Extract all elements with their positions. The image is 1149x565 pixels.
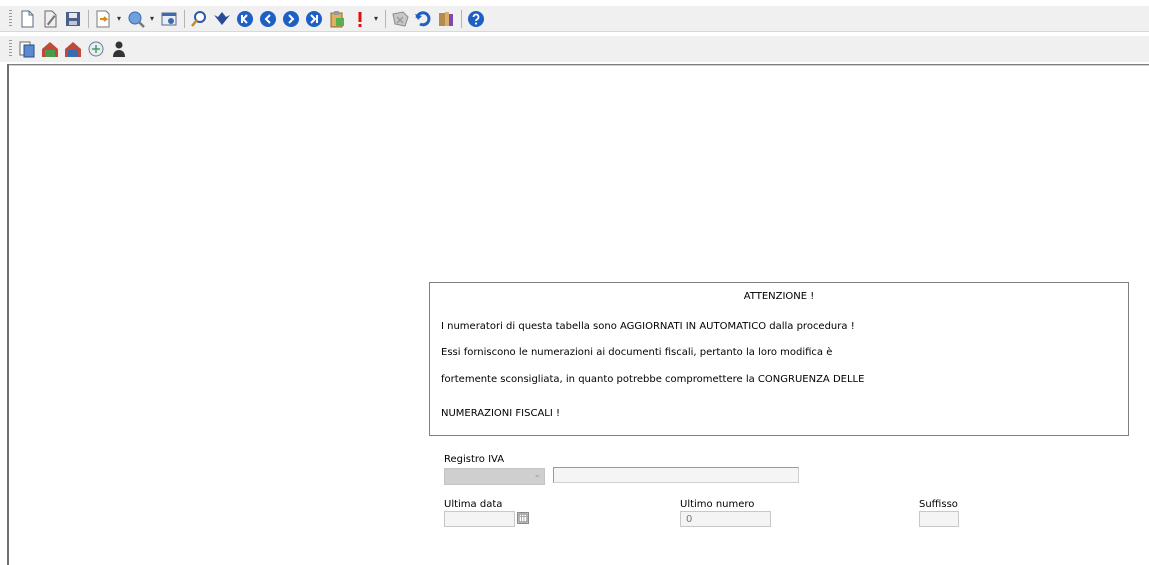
help-button[interactable] (465, 8, 487, 30)
building-alt-button[interactable] (62, 38, 84, 60)
content-frame-border (7, 64, 9, 565)
previous-record-icon (260, 10, 276, 27)
settings-window-icon (161, 12, 177, 25)
delete-icon (392, 10, 409, 27)
search-dropdown[interactable]: ▾ (148, 14, 156, 23)
undo-icon (415, 10, 431, 26)
alert-button[interactable] (349, 8, 371, 30)
toolbar-grip[interactable] (9, 9, 12, 28)
archive-button[interactable] (435, 8, 457, 30)
main-toolbar: ▾ ▾ ▾ (0, 6, 1149, 32)
first-record-icon (237, 10, 253, 27)
user-button[interactable] (108, 38, 130, 60)
new-document-icon (21, 10, 34, 27)
ultima-data-field[interactable] (444, 511, 515, 527)
export-button[interactable] (92, 8, 114, 30)
registro-iva-select[interactable]: ⌄ (444, 468, 545, 485)
toolbar-separator (385, 9, 386, 28)
magnifier-icon (191, 10, 206, 27)
save-button[interactable] (62, 8, 84, 30)
warning-line: NUMERAZIONI FISCALI ! (441, 408, 560, 419)
search-globe-icon (128, 11, 145, 28)
chevron-down-icon: ⌄ (533, 470, 541, 480)
warning-line: Essi forniscono le numerazioni ai docume… (441, 347, 833, 358)
last-record-button[interactable] (303, 8, 325, 30)
settings-window-button[interactable] (158, 8, 180, 30)
clipboard-button[interactable] (326, 8, 348, 30)
shield-icon (88, 41, 104, 57)
next-record-button[interactable] (280, 8, 302, 30)
delete-button[interactable] (389, 8, 411, 30)
warning-title: ATTENZIONE ! (743, 291, 815, 302)
warning-panel: ATTENZIONE ! I numeratori di questa tabe… (429, 282, 1129, 436)
search-globe-button[interactable] (125, 8, 147, 30)
archive-icon (439, 11, 453, 26)
alert-dropdown[interactable]: ▾ (372, 14, 380, 23)
building-icon (42, 42, 58, 57)
report-button[interactable] (16, 38, 38, 60)
export-dropdown[interactable]: ▾ (115, 14, 123, 23)
new-document-button[interactable] (16, 8, 38, 30)
suffisso-field[interactable] (919, 511, 959, 527)
toolbar-separator (184, 9, 185, 28)
edit-document-icon (44, 10, 57, 27)
previous-record-button[interactable] (257, 8, 279, 30)
calendar-icon (518, 513, 528, 523)
last-record-icon (306, 10, 322, 27)
user-icon (113, 41, 125, 57)
undo-button[interactable] (412, 8, 434, 30)
secondary-toolbar (0, 36, 1149, 62)
registro-iva-label: Registro IVA (444, 454, 505, 465)
warning-line: fortemente sconsigliata, in quanto potre… (441, 374, 865, 385)
next-record-icon (283, 10, 299, 27)
suffisso-label: Suffisso (919, 499, 958, 510)
ultimo-numero-field[interactable]: 0 (680, 511, 771, 527)
toolbar-grip[interactable] (9, 40, 12, 58)
registro-iva-description-field[interactable] (553, 467, 799, 483)
find-button[interactable] (188, 8, 210, 30)
export-icon (96, 10, 110, 27)
content-frame-border (8, 65, 1149, 66)
first-record-button[interactable] (234, 8, 256, 30)
shield-button[interactable] (85, 38, 107, 60)
building-alt-icon (65, 42, 81, 57)
ultimo-numero-label: Ultimo numero (680, 499, 755, 510)
clipboard-icon (330, 10, 344, 27)
edit-document-button[interactable] (39, 8, 61, 30)
filter-button[interactable] (211, 8, 233, 30)
building-button[interactable] (39, 38, 61, 60)
filter-icon (214, 11, 230, 25)
ultima-data-label: Ultima data (444, 499, 503, 510)
warning-line: I numeratori di questa tabella sono AGGI… (441, 321, 855, 332)
calendar-button[interactable] (517, 512, 529, 524)
toolbar-separator (88, 9, 89, 28)
save-icon (66, 11, 80, 26)
report-icon (19, 41, 35, 58)
help-icon (468, 10, 484, 27)
alert-icon (358, 11, 362, 27)
toolbar-separator (461, 9, 462, 28)
